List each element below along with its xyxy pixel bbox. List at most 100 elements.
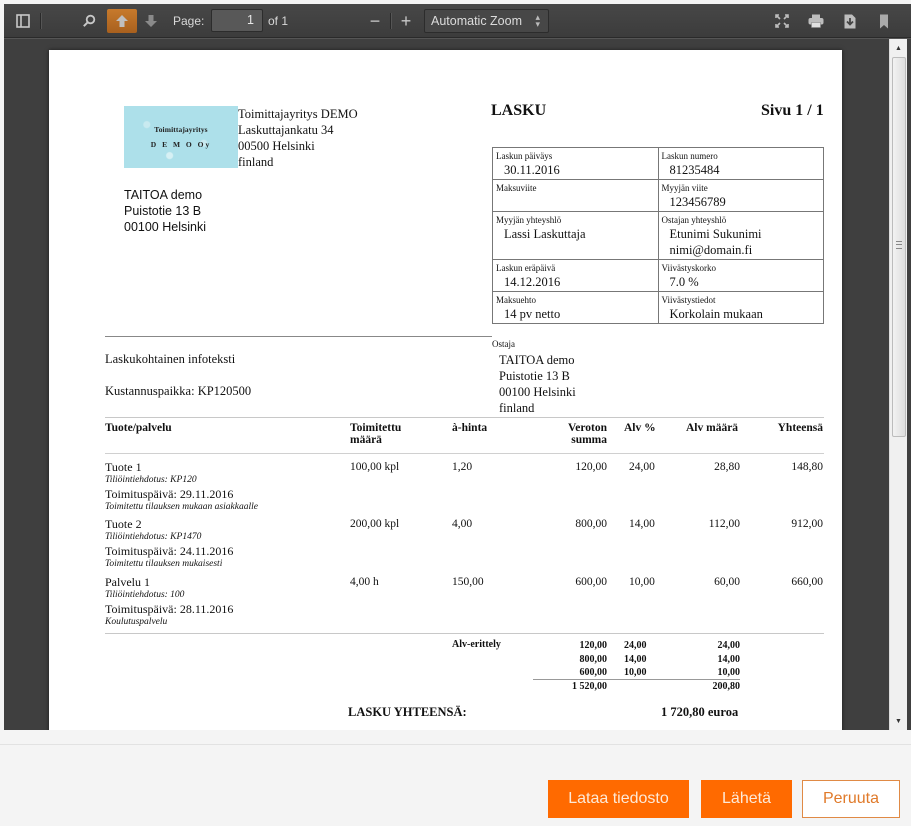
column-header-qty-line1: Toimitettu bbox=[350, 422, 402, 434]
page-label: Page: bbox=[173, 9, 204, 33]
zoom-select[interactable]: Automatic Zoom ▴ ▾ bbox=[424, 9, 549, 33]
info-label: Myyjän viite bbox=[661, 183, 708, 193]
download-file-button[interactable]: Lataa tiedosto bbox=[548, 780, 689, 818]
column-header-product: Tuote/palvelu bbox=[105, 422, 172, 434]
sidebar-toggle-icon bbox=[16, 14, 30, 28]
column-header-vat-amount: Alv määrä bbox=[686, 422, 739, 434]
select-arrows-icon: ▴ ▾ bbox=[535, 12, 540, 29]
info-value: Korkolain mukaan bbox=[669, 307, 763, 321]
info-row: Laskun päiväys 30.11.2016 Laskun numero 81… bbox=[492, 147, 824, 180]
vat-total-net: 1 520,00 bbox=[572, 680, 607, 692]
download-button[interactable] bbox=[837, 9, 863, 33]
supplier-address: Toimittajayritys DEMO Laskuttajankatu 34… bbox=[238, 106, 358, 170]
info-cell-payment-reference: Maksuviite bbox=[492, 179, 659, 212]
invoice-total-value: 1 720,80 euroa bbox=[661, 705, 739, 719]
item-name: Tuote 2 bbox=[105, 517, 142, 531]
supplier-name: Toimittajayritys DEMO bbox=[238, 107, 358, 121]
column-header-qty-line2: määrä bbox=[350, 434, 382, 446]
vertical-scrollbar[interactable]: ▲ ▼ bbox=[889, 39, 907, 730]
item-qty: 4,00 h bbox=[350, 576, 379, 588]
item-vat-pct: 14,00 bbox=[629, 518, 655, 530]
item-unit-price: 4,00 bbox=[452, 518, 473, 530]
search-icon bbox=[83, 14, 96, 27]
vat-amount: 10,00 bbox=[717, 667, 741, 678]
plus-icon: + bbox=[400, 10, 412, 31]
buyer-country: finland bbox=[499, 401, 535, 415]
column-header-unit-price: à-hinta bbox=[452, 422, 488, 434]
vat-net: 600,00 bbox=[579, 667, 608, 678]
page-count: of 1 bbox=[268, 9, 288, 33]
scroll-down-arrow-icon[interactable]: ▼ bbox=[890, 714, 907, 728]
buyer-city: 00100 Helsinki bbox=[499, 385, 576, 399]
item-note: Toimitettu tilauksen mukaisesti bbox=[105, 559, 223, 569]
find-button[interactable] bbox=[76, 9, 102, 33]
item-qty: 100,00 kpl bbox=[350, 461, 400, 473]
zoom-in-button[interactable]: + bbox=[393, 9, 419, 33]
vat-amount: 14,00 bbox=[717, 653, 741, 665]
recipient-address: TAITOA demo Puistotie 13 B 00100 Helsink… bbox=[124, 187, 206, 235]
invoice-infotext: Laskukohtainen infoteksti bbox=[105, 352, 236, 366]
page-number-input[interactable] bbox=[211, 8, 263, 32]
zoom-out-button[interactable]: − bbox=[362, 9, 388, 33]
cost-center: Kustannuspaikka: KP120500 bbox=[105, 384, 252, 398]
info-value: 30.11.2016 bbox=[504, 163, 560, 177]
info-value: 14 pv netto bbox=[504, 307, 561, 321]
invoice-page: Toimittajayritys D E M O Oy Toimittajayr… bbox=[49, 50, 842, 730]
info-label: Laskun numero bbox=[661, 151, 718, 161]
next-page-button[interactable] bbox=[138, 9, 164, 33]
scrollbar-thumb[interactable] bbox=[892, 57, 906, 437]
presentation-mode-button[interactable] bbox=[769, 9, 795, 33]
item-vat-pct: 24,00 bbox=[629, 461, 655, 473]
column-header-vat-pct: Alv % bbox=[624, 422, 656, 434]
zoom-select-value: Automatic Zoom bbox=[431, 14, 523, 28]
previous-page-button[interactable] bbox=[107, 9, 137, 33]
vat-pct-column: 24,00 14,00 10,00 bbox=[624, 639, 657, 680]
sidebar-toggle-button[interactable] bbox=[10, 9, 36, 33]
info-cell-penalty-info: Viivästystiedot Korkolain mukaan bbox=[657, 291, 824, 324]
toolbar-separator bbox=[40, 13, 41, 29]
vat-amount: 24,00 bbox=[717, 640, 741, 651]
buyer-address: TAITOA demo Puistotie 13 B 00100 Helsink… bbox=[499, 352, 576, 416]
info-value: 81235484 bbox=[669, 163, 720, 177]
arrow-down-icon bbox=[145, 15, 157, 27]
arrow-up-icon bbox=[116, 15, 128, 27]
item-note: Koulutuspalvelu bbox=[105, 617, 168, 627]
item-delivery-date: Toimituspäivä: 29.11.2016 bbox=[105, 487, 234, 501]
info-cell-invoice-date: Laskun päiväys 30.11.2016 bbox=[492, 147, 659, 180]
cancel-button[interactable]: Peruuta bbox=[802, 780, 900, 818]
document-area: Toimittajayritys D E M O Oy Toimittajayr… bbox=[4, 39, 889, 730]
vat-pct: 14,00 bbox=[624, 653, 647, 665]
info-label: Myyjän yhteyshlö bbox=[496, 215, 562, 225]
bookmark-icon bbox=[880, 14, 888, 28]
info-value: 7.0 % bbox=[669, 275, 699, 289]
item-net: 800,00 bbox=[575, 518, 607, 530]
item-account: Tiliöintiehdotus: KP120 bbox=[105, 475, 197, 485]
recipient-city: 00100 Helsinki bbox=[124, 220, 206, 234]
page-number-field[interactable] bbox=[211, 8, 263, 32]
recipient-street: Puistotie 13 B bbox=[124, 204, 202, 218]
buyer-street: Puistotie 13 B bbox=[499, 369, 570, 383]
item-delivery-date: Toimituspäivä: 24.11.2016 bbox=[105, 544, 234, 558]
info-label: Viivästyskorko bbox=[661, 263, 716, 273]
vat-amount-column: 24,00 14,00 10,00 200,80 bbox=[689, 639, 741, 693]
column-header-total: Yhteensä bbox=[777, 422, 823, 434]
vat-net: 800,00 bbox=[579, 653, 608, 665]
bookmark-button[interactable] bbox=[871, 9, 897, 33]
buyer-label: Ostaja bbox=[492, 339, 515, 349]
table-row-description: Palvelu 1 Tiliöintiehdotus: 100 Toimitus… bbox=[105, 575, 233, 629]
item-total: 912,00 bbox=[791, 518, 823, 530]
recipient-name: TAITOA demo bbox=[124, 188, 203, 202]
item-net: 600,00 bbox=[575, 576, 607, 588]
toolbar-separator bbox=[390, 13, 391, 29]
print-button[interactable] bbox=[803, 9, 829, 33]
divider bbox=[105, 417, 824, 418]
item-total: 660,00 bbox=[791, 576, 823, 588]
company-logo: Toimittajayritys D E M O Oy bbox=[124, 106, 238, 168]
dialog-footer: Lataa tiedosto Lähetä Peruuta bbox=[0, 744, 911, 826]
scroll-up-arrow-icon[interactable]: ▲ bbox=[890, 41, 907, 55]
divider bbox=[105, 633, 824, 634]
send-button[interactable]: Lähetä bbox=[701, 780, 792, 818]
item-name: Palvelu 1 bbox=[105, 575, 150, 589]
buyer-name: TAITOA demo bbox=[499, 353, 575, 367]
printer-icon bbox=[808, 14, 824, 28]
